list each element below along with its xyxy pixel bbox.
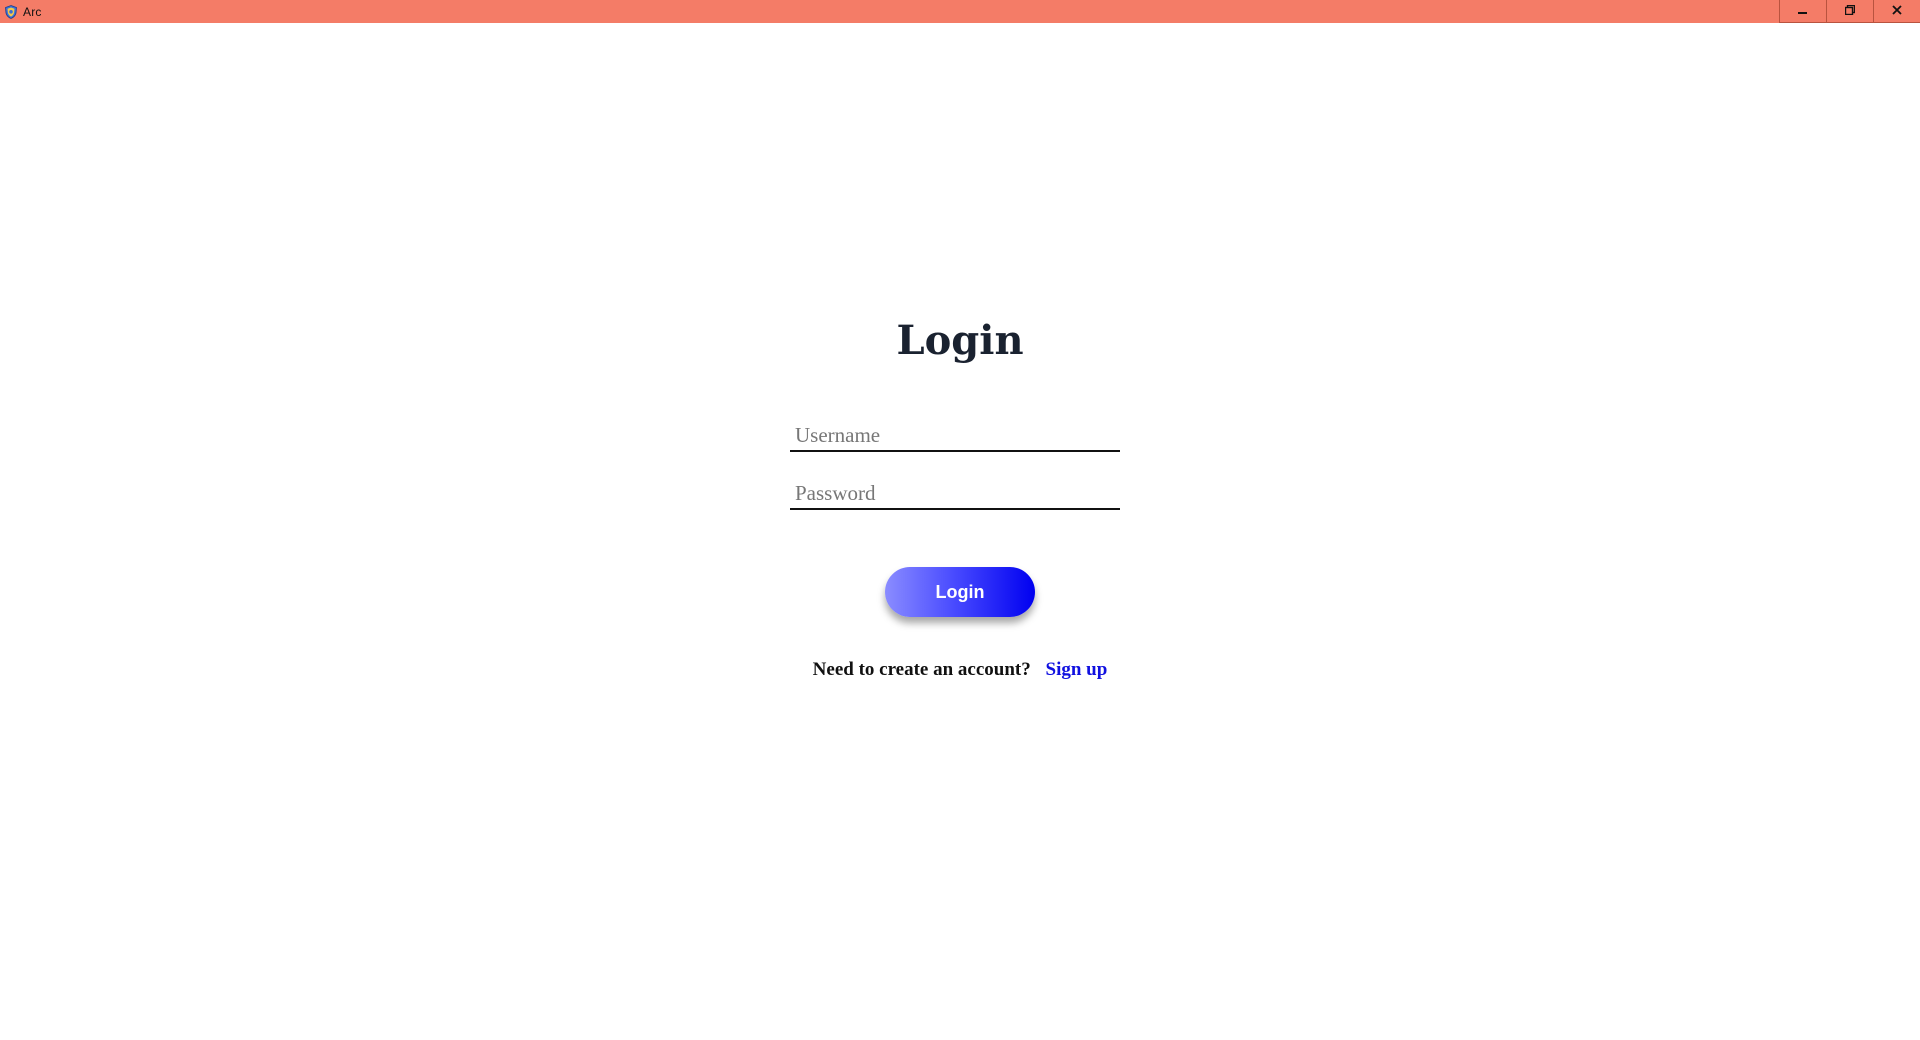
window-title: Arc [23, 4, 42, 19]
window-titlebar: Arc [0, 0, 1920, 23]
login-button[interactable]: Login [885, 567, 1035, 617]
page-title: Login [896, 317, 1024, 364]
restore-icon [1844, 4, 1856, 18]
minimize-button[interactable] [1779, 0, 1826, 23]
minimize-icon [1798, 4, 1808, 18]
username-input[interactable] [790, 420, 1120, 452]
close-icon [1892, 4, 1902, 18]
page-content: Login Login Need to create an account? S… [0, 23, 1920, 1040]
signup-link[interactable]: Sign up [1046, 659, 1108, 680]
signup-prompt: Need to create an account? [812, 659, 1031, 680]
window-controls [1779, 0, 1920, 23]
restore-button[interactable] [1826, 0, 1873, 23]
close-button[interactable] [1873, 0, 1920, 23]
password-input[interactable] [790, 478, 1120, 510]
signup-row: Need to create an account? Sign up [0, 659, 1920, 681]
shield-icon [4, 4, 17, 19]
